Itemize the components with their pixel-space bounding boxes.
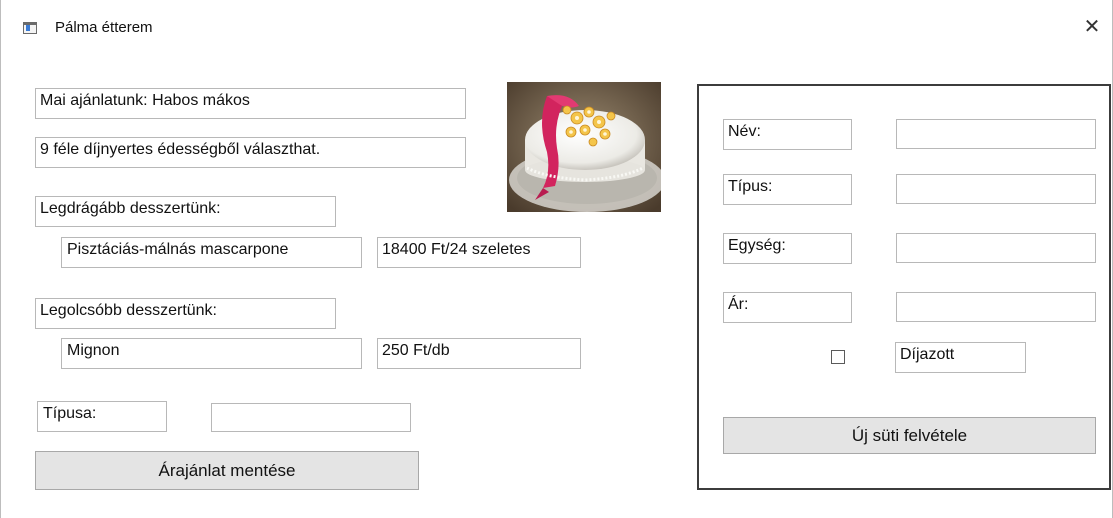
close-button[interactable]: ✕ [1080,14,1104,38]
cheapest-dessert-price: 250 Ft/db [377,338,581,369]
daily-offer-text: Mai ajánlatunk: Habos mákos [35,88,466,119]
type-form-input[interactable] [896,174,1096,204]
priciest-dessert-price: 18400 Ft/24 szeletes [377,237,581,268]
cake-photo-drawing [507,82,661,212]
type-label: Típusa: [37,401,167,432]
dessert-choice-text: 9 féle díjnyertes édességből választhat. [35,137,466,168]
title-bar: Pálma étterem ✕ [1,0,1112,44]
priciest-dessert-label: Legdrágább desszertünk: [35,196,336,227]
name-input[interactable] [896,119,1096,149]
main-window: Pálma étterem ✕ Mai ajánlatunk: Habos má… [0,0,1113,518]
decorated-cake-photo [507,82,661,212]
add-new-cake-button[interactable]: Új süti felvétele [723,417,1096,454]
save-offer-button[interactable]: Árajánlat mentése [35,451,419,490]
unit-label: Egység: [723,233,852,264]
type-form-label: Típus: [723,174,852,205]
price-label: Ár: [723,292,852,323]
priciest-dessert-name: Pisztáciás-málnás mascarpone [61,237,362,268]
price-input[interactable] [896,292,1096,322]
name-label: Név: [723,119,852,150]
cheapest-dessert-name: Mignon [61,338,362,369]
app-window-icon [23,22,37,34]
cheapest-dessert-label: Legolcsóbb desszertünk: [35,298,336,329]
type-input[interactable] [211,403,411,432]
awarded-label: Díjazott [895,342,1026,373]
window-title: Pálma étterem [55,19,153,36]
unit-input[interactable] [896,233,1096,263]
awarded-checkbox[interactable] [831,350,845,364]
